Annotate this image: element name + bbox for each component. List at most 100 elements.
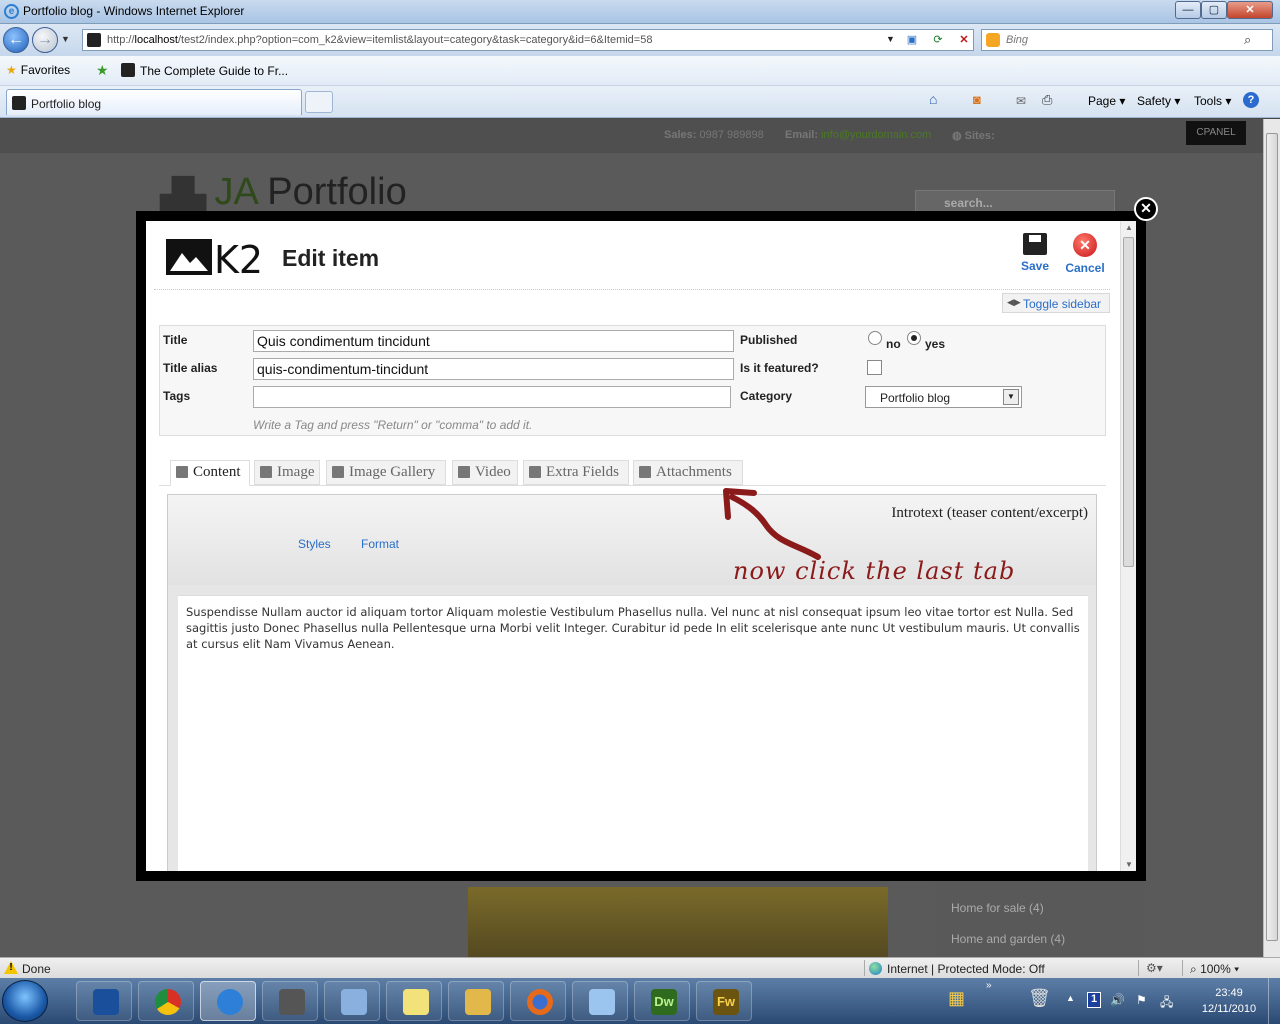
address-input[interactable]: http://localhost/test2/index.php?option=… bbox=[82, 29, 974, 51]
shield-settings-icon[interactable]: ⚙▾ bbox=[1146, 961, 1163, 975]
taskbar-explorer[interactable] bbox=[448, 981, 504, 1021]
tab-extra-fields[interactable]: Extra Fields bbox=[523, 460, 629, 485]
sidebar-link[interactable]: Home for sale (4) bbox=[951, 901, 1044, 915]
compatibility-view-icon[interactable]: ▣ bbox=[903, 33, 921, 47]
recycle-bin-icon[interactable]: 🗑 bbox=[1028, 988, 1051, 1009]
search-input[interactable]: Bing ⌕ bbox=[981, 29, 1273, 51]
tab-bar: Portfolio blog ⌂ ◙ ✉ ⎙ Page ▾ Safety ▾ T… bbox=[0, 86, 1280, 118]
category-select[interactable]: Portfolio blog ▼ bbox=[865, 386, 1022, 408]
show-hidden-icons[interactable]: ▲ bbox=[1066, 993, 1075, 1003]
scrollbar-thumb[interactable] bbox=[1123, 237, 1134, 567]
published-no-radio[interactable] bbox=[868, 331, 882, 345]
save-button[interactable]: Save bbox=[1011, 233, 1059, 273]
joomla-favicon-icon bbox=[121, 63, 135, 77]
favorites-button[interactable]: ★ Favorites bbox=[6, 63, 70, 77]
taskbar-dreamweaver[interactable]: Dw bbox=[634, 981, 690, 1021]
taskbar-media-player[interactable] bbox=[76, 981, 132, 1021]
modal-scrollbar[interactable]: ▲ ▼ bbox=[1120, 221, 1136, 871]
tab-attachments[interactable]: Attachments bbox=[633, 460, 743, 485]
published-yes-radio[interactable] bbox=[907, 331, 921, 345]
taskbar-notepad[interactable] bbox=[572, 981, 628, 1021]
network-icon[interactable]: 🖧 bbox=[1160, 993, 1173, 1014]
taskbar-chrome[interactable] bbox=[138, 981, 194, 1021]
feeds-icon[interactable]: ◙ bbox=[973, 92, 981, 107]
home-icon[interactable]: ⌂ bbox=[929, 91, 937, 107]
sidebar-link[interactable]: Home and garden (4) bbox=[951, 932, 1065, 946]
globe-icon: ◍ bbox=[952, 130, 965, 142]
clock-time: 23:49 bbox=[1215, 987, 1243, 999]
introtext-label: Introtext (teaser content/excerpt) bbox=[891, 505, 1088, 521]
notepad-icon bbox=[589, 989, 615, 1015]
help-icon[interactable]: ? bbox=[1243, 92, 1259, 108]
show-desktop-button[interactable] bbox=[1268, 978, 1280, 1024]
search-icon[interactable]: ⌕ bbox=[1244, 32, 1251, 48]
page-scrollbar[interactable] bbox=[1263, 119, 1280, 957]
expand-toolbar-icon[interactable]: » bbox=[986, 980, 992, 991]
tab-image-gallery[interactable]: Image Gallery bbox=[326, 460, 446, 485]
tab-portfolio-blog[interactable]: Portfolio blog bbox=[6, 89, 302, 115]
clock-date: 12/11/2010 bbox=[1201, 1003, 1257, 1015]
status-text: Done bbox=[22, 962, 51, 976]
cancel-button[interactable]: ✕ Cancel bbox=[1061, 233, 1109, 275]
save-label: Save bbox=[1020, 259, 1050, 273]
tags-input[interactable] bbox=[253, 386, 731, 408]
taskbar-fireworks[interactable]: Fw bbox=[696, 981, 752, 1021]
new-tab-button[interactable] bbox=[305, 91, 333, 113]
featured-checkbox[interactable] bbox=[867, 360, 882, 375]
tab-image[interactable]: Image bbox=[254, 460, 320, 485]
security-zone[interactable]: Internet | Protected Mode: Off bbox=[869, 962, 1045, 976]
scroll-up-icon[interactable]: ▲ bbox=[1125, 223, 1133, 232]
tab-content[interactable]: Content bbox=[170, 460, 250, 486]
refresh-icon[interactable]: ⟳ bbox=[929, 33, 947, 47]
page-scrollbar-thumb[interactable] bbox=[1266, 133, 1278, 941]
safety-menu[interactable]: Safety ▾ bbox=[1137, 94, 1180, 108]
gears-icon bbox=[529, 466, 541, 478]
zoom-level[interactable]: ⌕ 100% ▾ bbox=[1190, 962, 1239, 977]
taskbar-internet-explorer[interactable] bbox=[200, 981, 256, 1021]
address-dropdown-icon[interactable]: ▼ bbox=[886, 34, 895, 44]
zoom-icon: ⌕ bbox=[1190, 962, 1201, 976]
stop-icon[interactable]: ✕ bbox=[955, 33, 973, 47]
maximize-button[interactable]: ▢ bbox=[1201, 1, 1227, 19]
add-favorite-icon[interactable]: ★ bbox=[96, 62, 109, 79]
start-button[interactable] bbox=[2, 980, 48, 1022]
clock[interactable]: 23:49 12/11/2010 bbox=[1194, 985, 1264, 1017]
format-dropdown[interactable]: Format bbox=[361, 537, 399, 551]
taskbar-virtual-machine[interactable] bbox=[262, 981, 318, 1021]
pencil-icon bbox=[176, 466, 188, 478]
back-button[interactable]: ← bbox=[3, 27, 29, 53]
page-menu[interactable]: Page ▾ bbox=[1088, 94, 1125, 108]
toggle-sidebar-label: Toggle sidebar bbox=[1023, 297, 1102, 311]
featured-label: Is it featured? bbox=[740, 361, 819, 375]
taskbar-firefox[interactable] bbox=[510, 981, 566, 1021]
tab-video[interactable]: Video bbox=[452, 460, 518, 485]
close-window-button[interactable]: ✕ bbox=[1227, 1, 1273, 19]
taskbar-mail[interactable] bbox=[324, 981, 380, 1021]
action-center-flag-icon[interactable]: ⚑ bbox=[1136, 993, 1147, 1007]
recent-pages-dropdown-icon[interactable]: ▼ bbox=[61, 34, 70, 44]
styles-dropdown[interactable]: Styles bbox=[298, 537, 331, 551]
volume-icon[interactable]: 🔊 bbox=[1110, 993, 1125, 1007]
title-input[interactable] bbox=[253, 330, 734, 352]
status-divider bbox=[864, 960, 865, 976]
alias-input[interactable] bbox=[253, 358, 734, 380]
tools-menu[interactable]: Tools ▾ bbox=[1194, 94, 1231, 108]
print-icon[interactable]: ⎙ bbox=[1042, 92, 1052, 108]
language-indicator[interactable]: 1 bbox=[1087, 992, 1101, 1008]
forward-button[interactable]: → bbox=[32, 27, 58, 53]
k2-edit-dialog: K2 Edit item Save ✕ Cancel ◀▶ Toggle sid… bbox=[146, 221, 1136, 871]
scroll-down-icon[interactable]: ▼ bbox=[1125, 860, 1133, 869]
film-icon bbox=[458, 466, 470, 478]
minimize-button[interactable]: — bbox=[1175, 1, 1201, 19]
taskbar-sticky-notes[interactable] bbox=[386, 981, 442, 1021]
mail-icon[interactable]: ✉ bbox=[1016, 94, 1026, 108]
status-divider bbox=[1182, 960, 1183, 976]
editor-text-area[interactable]: Suspendisse Nullam auctor id aliquam tor… bbox=[178, 595, 1088, 871]
libraries-icon[interactable]: ▦ bbox=[948, 988, 965, 1009]
tabs-divider bbox=[159, 485, 1106, 486]
favorite-link[interactable]: The Complete Guide to Fr... bbox=[121, 63, 288, 78]
k2-logo: K2 bbox=[166, 238, 263, 277]
modal-close-button[interactable]: ✕ bbox=[1134, 197, 1158, 221]
toggle-sidebar-button[interactable]: ◀▶ Toggle sidebar bbox=[1002, 293, 1110, 313]
cpanel-button[interactable]: CPANEL bbox=[1186, 121, 1246, 145]
